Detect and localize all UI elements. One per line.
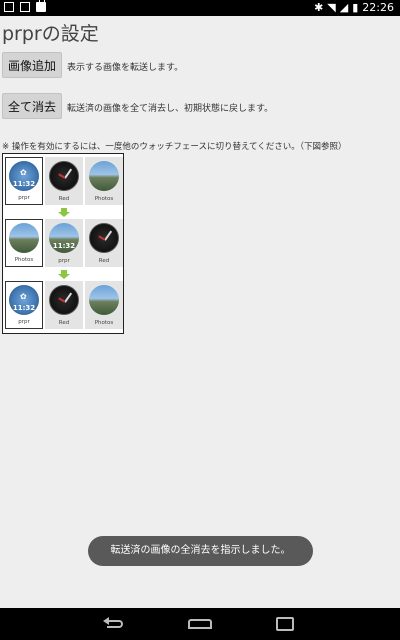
watchface-label: Red bbox=[58, 196, 70, 202]
watchface-label: prpr bbox=[58, 258, 70, 264]
gear-icon: ✿ bbox=[20, 168, 27, 177]
watchface-preview: ✿ 11:32 bbox=[9, 285, 39, 315]
watchface-switch-diagram: ✿ 11:32 prpr Red Photos Photos 11:32 prpr… bbox=[2, 153, 124, 334]
watchface-preview bbox=[89, 223, 119, 253]
system-icons: ✱ ◥ ◢ ▮ 22:26 bbox=[314, 1, 394, 14]
gear-icon: ✿ bbox=[20, 292, 27, 301]
signal-icon: ◢ bbox=[339, 1, 349, 14]
shopping-bag-icon bbox=[36, 0, 46, 12]
watchface-preview bbox=[9, 223, 39, 253]
watchface-card: ✿ 11:32 prpr bbox=[5, 281, 43, 329]
page-title: prprの設定 bbox=[2, 23, 99, 45]
watchface-card: Red bbox=[45, 281, 83, 329]
back-icon[interactable] bbox=[103, 617, 129, 631]
watchface-preview: 11:32 bbox=[49, 223, 79, 253]
status-bar: ✱ ◥ ◢ ▮ 22:26 bbox=[0, 0, 400, 16]
watchface-card: ✿ 11:32 prpr bbox=[5, 157, 43, 205]
home-icon[interactable] bbox=[188, 617, 214, 631]
watchface-preview bbox=[49, 285, 79, 315]
square-outline-icon bbox=[4, 2, 14, 12]
down-arrow-icon bbox=[58, 270, 70, 279]
watchface-card: Photos bbox=[5, 219, 43, 267]
clear-all-description: 転送済の画像を全て消去し、初期状態に戻します。 bbox=[67, 104, 274, 114]
watchface-preview bbox=[89, 161, 119, 191]
watchface-preview bbox=[89, 285, 119, 315]
clock: 22:26 bbox=[362, 1, 394, 14]
watchface-preview: ✿ 11:32 bbox=[9, 161, 39, 191]
watchface-card: Red bbox=[85, 219, 123, 267]
instruction-note: ※ 操作を有効にするには、一度他のウォッチフェースに切り替えてください。（下図参… bbox=[2, 142, 347, 152]
watchface-label: Photos bbox=[94, 320, 114, 326]
watchface-label: Photos bbox=[94, 196, 114, 202]
watchface-label: prpr bbox=[18, 319, 30, 325]
watchface-label: Red bbox=[98, 258, 110, 264]
clear-all-button[interactable]: 全て消去 bbox=[2, 93, 63, 119]
watchface-card: Photos bbox=[85, 157, 123, 205]
bluetooth-icon: ✱ bbox=[314, 1, 324, 14]
watchface-card: Red bbox=[45, 157, 83, 205]
wifi-icon: ◥ bbox=[327, 1, 336, 14]
watchface-card: Photos bbox=[85, 281, 123, 329]
down-arrow-icon bbox=[58, 208, 70, 217]
watchface-preview bbox=[49, 161, 79, 191]
square-outline-icon bbox=[20, 2, 30, 12]
battery-icon: ▮ bbox=[352, 1, 359, 14]
watchface-card: 11:32 prpr bbox=[45, 219, 83, 267]
toast-message: 転送済の画像の全消去を指示しました。 bbox=[88, 536, 313, 566]
add-image-description: 表示する画像を転送します。 bbox=[67, 63, 184, 73]
navigation-bar bbox=[0, 608, 400, 640]
watchface-label: prpr bbox=[18, 195, 30, 201]
add-image-button[interactable]: 画像追加 bbox=[2, 52, 63, 78]
recent-apps-icon[interactable] bbox=[274, 617, 300, 631]
notification-icons bbox=[4, 0, 46, 12]
watchface-label: Red bbox=[58, 320, 70, 326]
watchface-label: Photos bbox=[14, 257, 34, 263]
